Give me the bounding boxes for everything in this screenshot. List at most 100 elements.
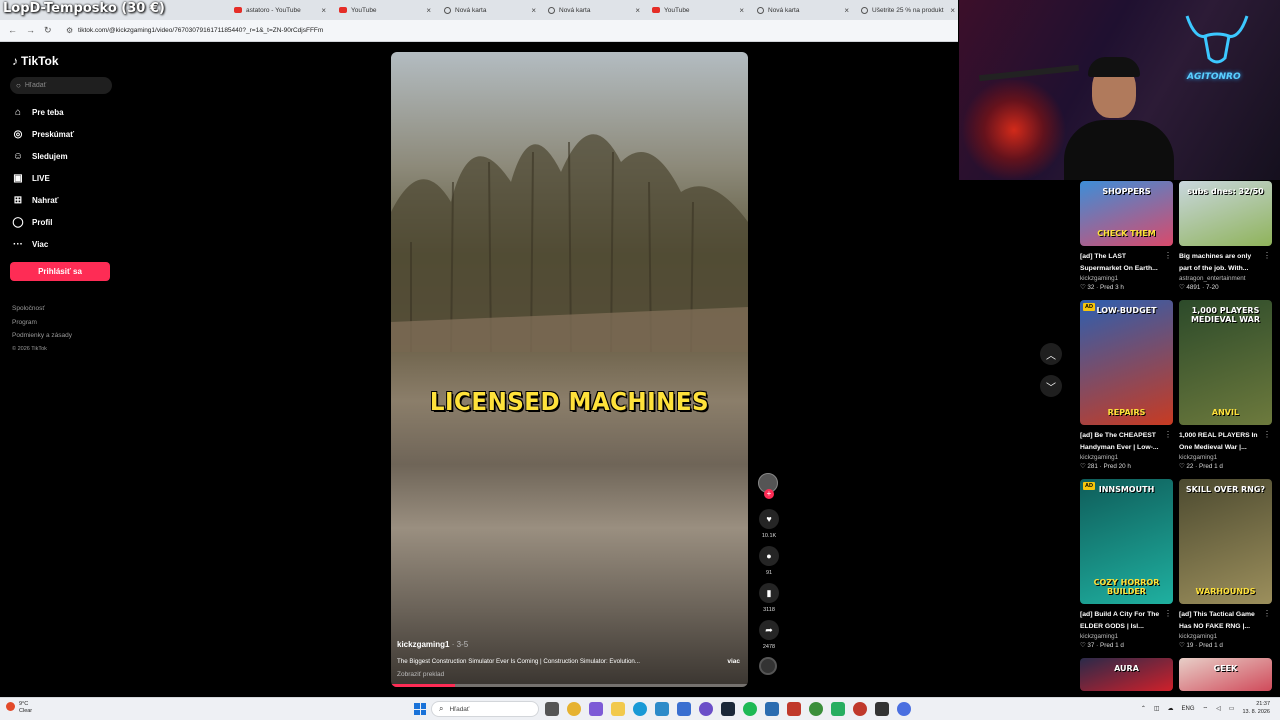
- steam-icon[interactable]: [721, 702, 735, 716]
- video-thumbnail[interactable]: GEEK: [1179, 658, 1272, 691]
- close-icon[interactable]: ×: [531, 6, 536, 15]
- browser-icon[interactable]: [809, 702, 823, 716]
- footer-link-terms[interactable]: Podmienky a zásady: [12, 329, 72, 343]
- sidebar-item-profile[interactable]: ◯ Profil: [12, 211, 74, 233]
- windows-start-icon[interactable]: [414, 703, 426, 715]
- network-icon[interactable]: ◫: [1154, 705, 1160, 712]
- store-icon[interactable]: [655, 702, 669, 716]
- copilot-icon[interactable]: [589, 702, 603, 716]
- suggested-video-card[interactable]: GEEK: [1179, 658, 1272, 691]
- kebab-menu-icon[interactable]: ⋮: [1164, 430, 1172, 439]
- footer-link-program[interactable]: Program: [12, 316, 72, 330]
- more-link[interactable]: viac: [727, 658, 740, 665]
- taskbar-search[interactable]: ⌕ Hľadať: [431, 701, 539, 717]
- kebab-menu-icon[interactable]: ⋮: [1164, 251, 1172, 260]
- url-field[interactable]: tiktok.com/@kickzgaming1/video/767030791…: [78, 27, 323, 34]
- video-thumbnail[interactable]: SKILL OVER RNG? WARHOUNDS: [1179, 479, 1272, 604]
- video-author[interactable]: astragon_entertainment: [1179, 275, 1272, 282]
- suggested-video-card[interactable]: AD INNSMOUTH COZY HORROR BUILDER [ad] Build…: [1080, 479, 1173, 649]
- terminal-icon[interactable]: [875, 702, 889, 716]
- video-title[interactable]: [ad] Be The CHEAPEST Handyman Ever | Low…: [1080, 430, 1166, 453]
- share-icon[interactable]: ➦: [759, 620, 779, 640]
- video-thumbnail[interactable]: subs dnes: 32/50: [1179, 181, 1272, 246]
- previous-video-button[interactable]: ︿: [1040, 343, 1062, 365]
- video-author[interactable]: kickzgaming1: [1080, 454, 1173, 461]
- weather-widget[interactable]: 9°C Clear: [6, 701, 32, 715]
- sidebar-item-more[interactable]: ··· Viac: [12, 233, 74, 255]
- task-view-icon[interactable]: [545, 702, 559, 716]
- video-author[interactable]: kickzgaming1 · 3-5: [397, 640, 468, 649]
- video-thumbnail[interactable]: AURA: [1080, 658, 1173, 691]
- app-icon[interactable]: [765, 702, 779, 716]
- browser-tab[interactable]: YouTube ×: [652, 2, 744, 18]
- site-info-icon[interactable]: ⚙: [66, 26, 73, 35]
- browser-tab[interactable]: Nová karta ×: [757, 2, 849, 18]
- language-indicator[interactable]: ENG: [1182, 706, 1195, 712]
- browser-tab[interactable]: YouTube ×: [339, 2, 431, 18]
- close-icon[interactable]: ×: [426, 6, 431, 15]
- tiktok-logo[interactable]: ♪ TikTok: [12, 54, 59, 68]
- sidebar-item-following[interactable]: ☺ Sledujem: [12, 145, 74, 167]
- share-action[interactable]: ➦ 2478: [758, 620, 780, 651]
- close-icon[interactable]: ×: [739, 6, 744, 15]
- close-icon[interactable]: ×: [321, 6, 326, 15]
- discord-icon[interactable]: [699, 702, 713, 716]
- music-disc-icon[interactable]: [759, 657, 777, 675]
- comment-icon[interactable]: ●: [759, 546, 779, 566]
- sidebar-item-for-you[interactable]: ⌂ Pre teba: [12, 101, 74, 123]
- browser-tab[interactable]: Ušetrite 25 % na produkt ×: [861, 2, 955, 18]
- video-thumbnail[interactable]: AD INNSMOUTH COZY HORROR BUILDER: [1080, 479, 1173, 604]
- suggested-video-card[interactable]: subs dnes: 32/50 Big machines are only pa…: [1179, 181, 1272, 291]
- video-title[interactable]: 1,000 REAL PLAYERS In One Medieval War |…: [1179, 430, 1265, 453]
- edge-icon[interactable]: [633, 702, 647, 716]
- wifi-icon[interactable]: ⌔: [1203, 705, 1209, 713]
- heart-icon[interactable]: ♥: [759, 509, 779, 529]
- next-video-button[interactable]: ﹀: [1040, 375, 1062, 397]
- whatsapp-icon[interactable]: [831, 702, 845, 716]
- suggested-video-card[interactable]: SKILL OVER RNG? WARHOUNDS [ad] This Tactic…: [1179, 479, 1272, 649]
- obs-icon[interactable]: [853, 702, 867, 716]
- video-author[interactable]: kickzgaming1: [1080, 275, 1173, 282]
- battery-icon[interactable]: ▭: [1229, 705, 1235, 712]
- close-icon[interactable]: ×: [950, 6, 955, 15]
- browser-tab[interactable]: astatoro - YouTube ×: [234, 2, 326, 18]
- chevron-up-icon[interactable]: ⌃: [1141, 705, 1146, 712]
- forward-icon[interactable]: →: [26, 25, 35, 35]
- video-title[interactable]: [ad] Build A City For The ELDER GODS | I…: [1080, 609, 1166, 632]
- like-action[interactable]: ♥ 10.1K: [758, 509, 780, 540]
- kebab-menu-icon[interactable]: ⋮: [1164, 609, 1172, 618]
- kebab-menu-icon[interactable]: ⋮: [1263, 430, 1271, 439]
- browser-tab[interactable]: Nová karta ×: [548, 2, 640, 18]
- video-author[interactable]: kickzgaming1: [1080, 633, 1173, 640]
- search-box[interactable]: ○: [10, 77, 112, 94]
- video-editor-icon[interactable]: [787, 702, 801, 716]
- video-title[interactable]: Big machines are only part of the job. W…: [1179, 251, 1265, 274]
- suggested-video-card[interactable]: AURA: [1080, 658, 1173, 691]
- video-title[interactable]: [ad] The LAST Supermarket On Earth...: [1080, 251, 1166, 274]
- suggested-video-card[interactable]: SHOPPERS CHECK THEM [ad] The LAST Supermar…: [1080, 181, 1173, 291]
- follow-plus-icon[interactable]: +: [764, 489, 774, 499]
- clock[interactable]: 21:37 13. 8. 2026: [1242, 701, 1270, 716]
- video-thumbnail[interactable]: 1,000 PLAYERS MEDIEVAL WAR ANVIL: [1179, 300, 1272, 425]
- video-player[interactable]: LICENSED MACHINES kickzgaming1 · 3-5 The…: [391, 52, 748, 687]
- save-action[interactable]: ▮ 3118: [758, 583, 780, 614]
- cloud-icon[interactable]: ☁: [1168, 705, 1174, 712]
- search-input[interactable]: [24, 82, 105, 89]
- suggested-video-card[interactable]: 1,000 PLAYERS MEDIEVAL WAR ANVIL 1,000 REA…: [1179, 300, 1272, 470]
- login-button[interactable]: Prihlásiť sa: [10, 262, 110, 281]
- translate-link[interactable]: Zobraziť preklad: [397, 671, 444, 678]
- close-icon[interactable]: ×: [844, 6, 849, 15]
- creator-avatar[interactable]: +: [758, 473, 778, 499]
- video-author[interactable]: kickzgaming1: [1179, 633, 1272, 640]
- app-icon-2[interactable]: [897, 702, 911, 716]
- reload-icon[interactable]: ↻: [44, 25, 52, 36]
- sidebar-item-live[interactable]: ▣ LIVE: [12, 167, 74, 189]
- sidebar-item-upload[interactable]: ⊞ Nahrať: [12, 189, 74, 211]
- sidebar-item-explore[interactable]: ◎ Preskúmať: [12, 123, 74, 145]
- volume-icon[interactable]: ◁: [1216, 705, 1221, 712]
- footer-link-company[interactable]: Spoločnosť: [12, 302, 72, 316]
- video-thumbnail[interactable]: AD LOW-BUDGET REPAIRS: [1080, 300, 1173, 425]
- close-icon[interactable]: ×: [635, 6, 640, 15]
- back-icon[interactable]: ←: [8, 25, 17, 35]
- video-progress[interactable]: [391, 684, 748, 687]
